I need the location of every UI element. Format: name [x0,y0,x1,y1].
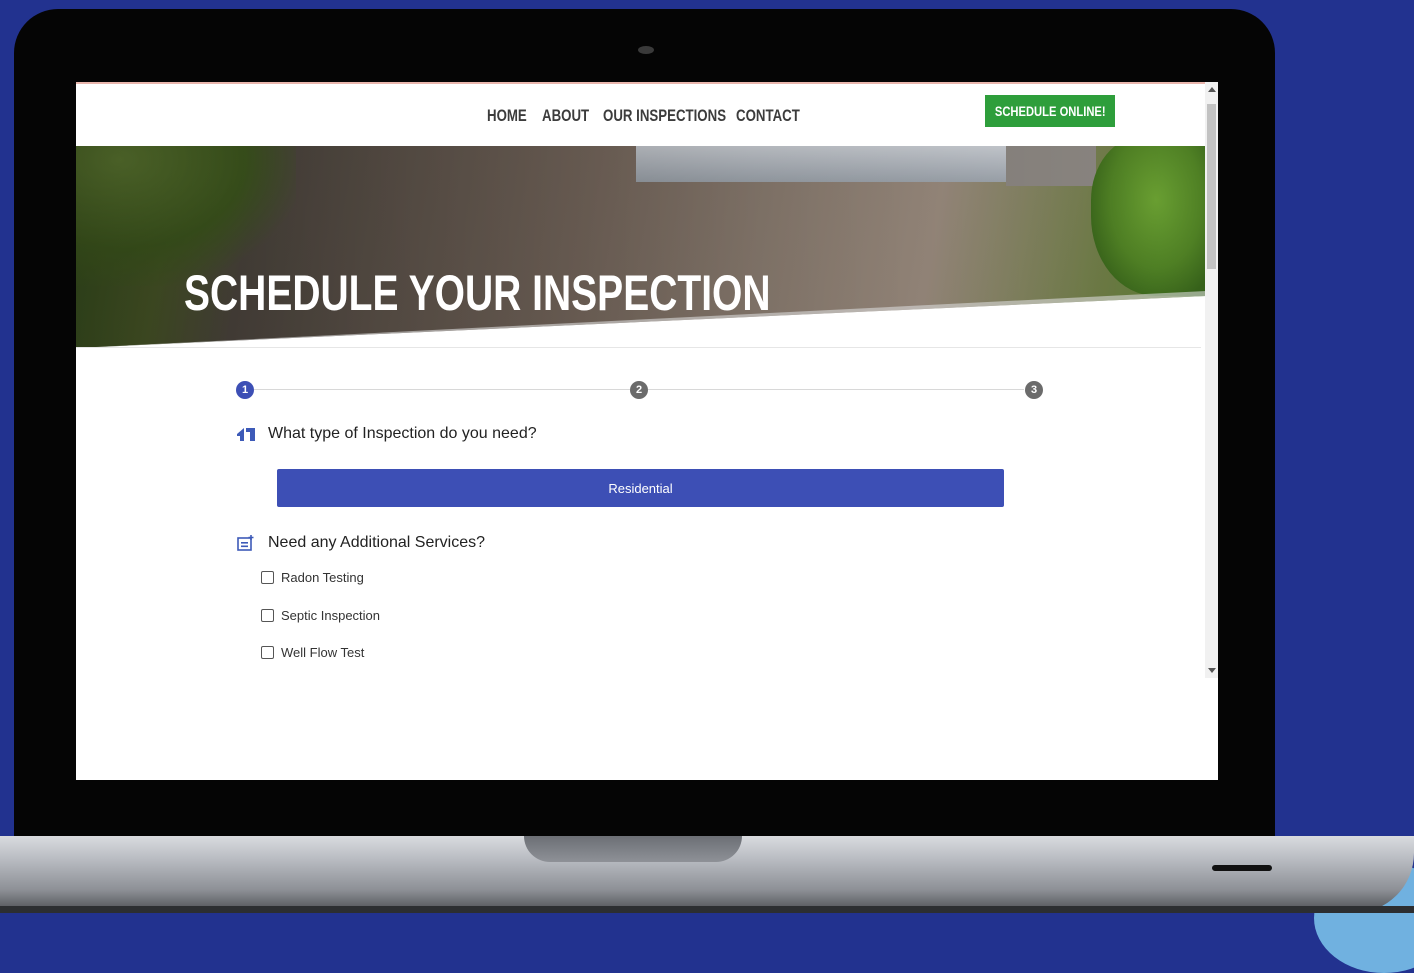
septic-label: Septic Inspection [281,608,381,623]
add-list-icon [236,534,256,552]
webcam [638,46,654,54]
inspection-type-question: What type of Inspection do you need? [236,425,537,443]
scroll-up-arrow-icon[interactable] [1208,87,1216,92]
home-icon [236,425,256,443]
site-header: HOME ABOUT OUR INSPECTIONS CONTACT SCHED… [76,84,1206,146]
laptop-base-notch [524,836,742,862]
step-3[interactable]: 3 [1025,381,1043,399]
radon-checkbox[interactable] [261,571,274,584]
nav-home[interactable]: HOME [487,106,530,126]
scroll-down-arrow-icon[interactable] [1208,668,1216,673]
step-progress: 1 2 3 [236,381,1044,399]
service-option-well-flow[interactable]: Well Flow Test [261,645,364,660]
section-divider [76,347,1201,348]
radon-label: Radon Testing [281,570,364,585]
inspection-type-label: What type of Inspection do you need? [268,425,537,442]
vertical-scrollbar[interactable] [1205,82,1218,678]
step-2[interactable]: 2 [630,381,648,399]
well-flow-label: Well Flow Test [281,645,365,660]
residential-option-button[interactable]: Residential [277,469,1004,507]
step-1[interactable]: 1 [236,381,254,399]
additional-services-question: Need any Additional Services? [236,534,485,552]
service-option-radon[interactable]: Radon Testing [261,570,364,585]
well-flow-checkbox[interactable] [261,646,274,659]
nav-contact[interactable]: CONTACT [736,106,800,126]
nav-about[interactable]: ABOUT [542,106,590,126]
service-option-septic[interactable]: Septic Inspection [261,608,380,623]
browser-viewport: HOME ABOUT OUR INSPECTIONS CONTACT SCHED… [76,82,1218,780]
main-nav: HOME ABOUT OUR INSPECTIONS CONTACT [487,106,811,126]
step-connector [254,389,630,390]
schedule-online-button[interactable]: SCHEDULE ONLINE! [985,95,1115,127]
additional-services-label: Need any Additional Services? [268,534,486,551]
step-connector [648,389,1024,390]
schedule-online-label: SCHEDULE ONLINE! [994,103,1106,119]
laptop-base-shadow [0,906,1414,913]
scrollbar-thumb[interactable] [1207,104,1216,269]
laptop-base-slot [1212,865,1272,871]
hero-banner: SCHEDULE YOUR INSPECTION [76,146,1206,348]
septic-checkbox[interactable] [261,609,274,622]
nav-our-inspections[interactable]: OUR INSPECTIONS [603,106,726,126]
page-title: SCHEDULE YOUR INSPECTION [184,265,771,321]
